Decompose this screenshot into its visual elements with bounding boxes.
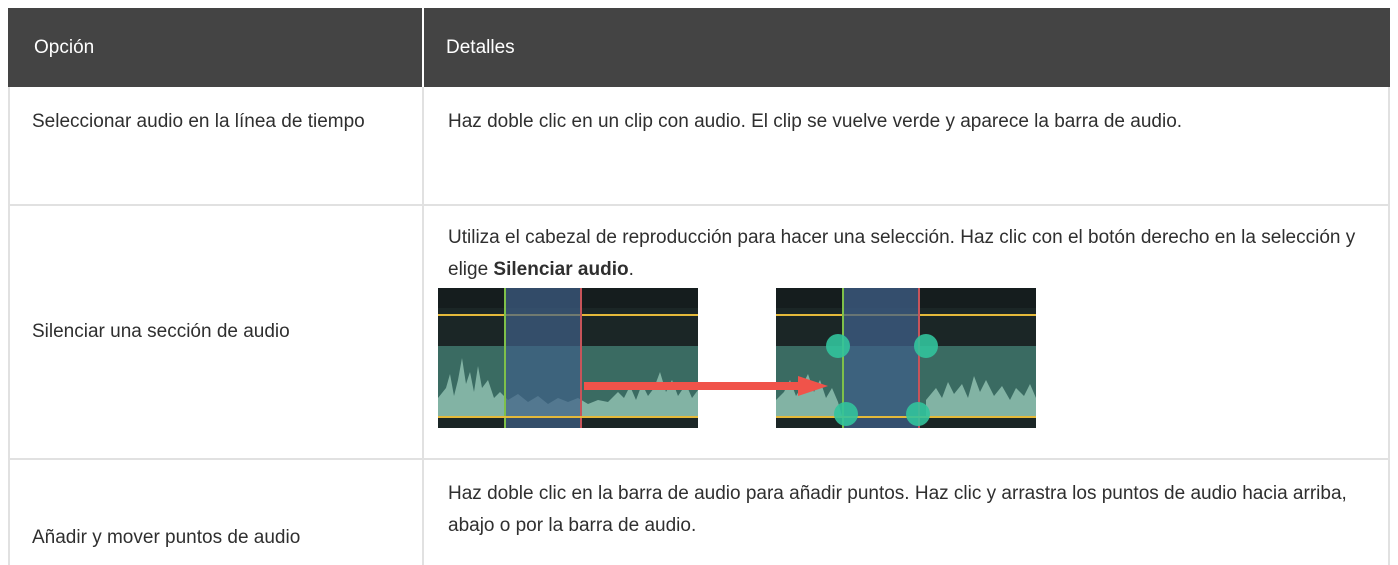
details-text: Utiliza el cabezal de reproducción para … [448, 222, 1366, 286]
timeline-after-image [776, 288, 1036, 428]
table-row: Silenciar una sección de audio Utiliza e… [8, 206, 1390, 460]
option-cell: Añadir y mover puntos de audio [8, 460, 424, 565]
option-cell: Silenciar una sección de audio [8, 206, 424, 458]
silence-audio-command: Silenciar audio [493, 259, 629, 280]
arrow-right-icon [584, 376, 828, 396]
option-cell: Seleccionar audio en la línea de tiempo [8, 87, 424, 204]
details-cell: Haz doble clic en la barra de audio para… [424, 460, 1390, 565]
header-option: Opción [8, 8, 424, 87]
options-table: Opción Detalles Seleccionar audio en la … [8, 8, 1390, 565]
timeline-before-image [438, 288, 698, 428]
header-details: Detalles [446, 36, 515, 58]
silence-audio-illustration [438, 288, 1366, 428]
details-cell: Haz doble clic en un clip con audio. El … [424, 87, 1390, 204]
details-text-part: . [628, 259, 634, 280]
table-header-row: Opción Detalles [8, 8, 1390, 87]
option-text: Silenciar una sección de audio [32, 321, 290, 342]
details-cell: Utiliza el cabezal de reproducción para … [424, 206, 1390, 458]
table-row: Añadir y mover puntos de audio Haz doble… [8, 460, 1390, 565]
table-row: Seleccionar audio en la línea de tiempo … [8, 87, 1390, 206]
